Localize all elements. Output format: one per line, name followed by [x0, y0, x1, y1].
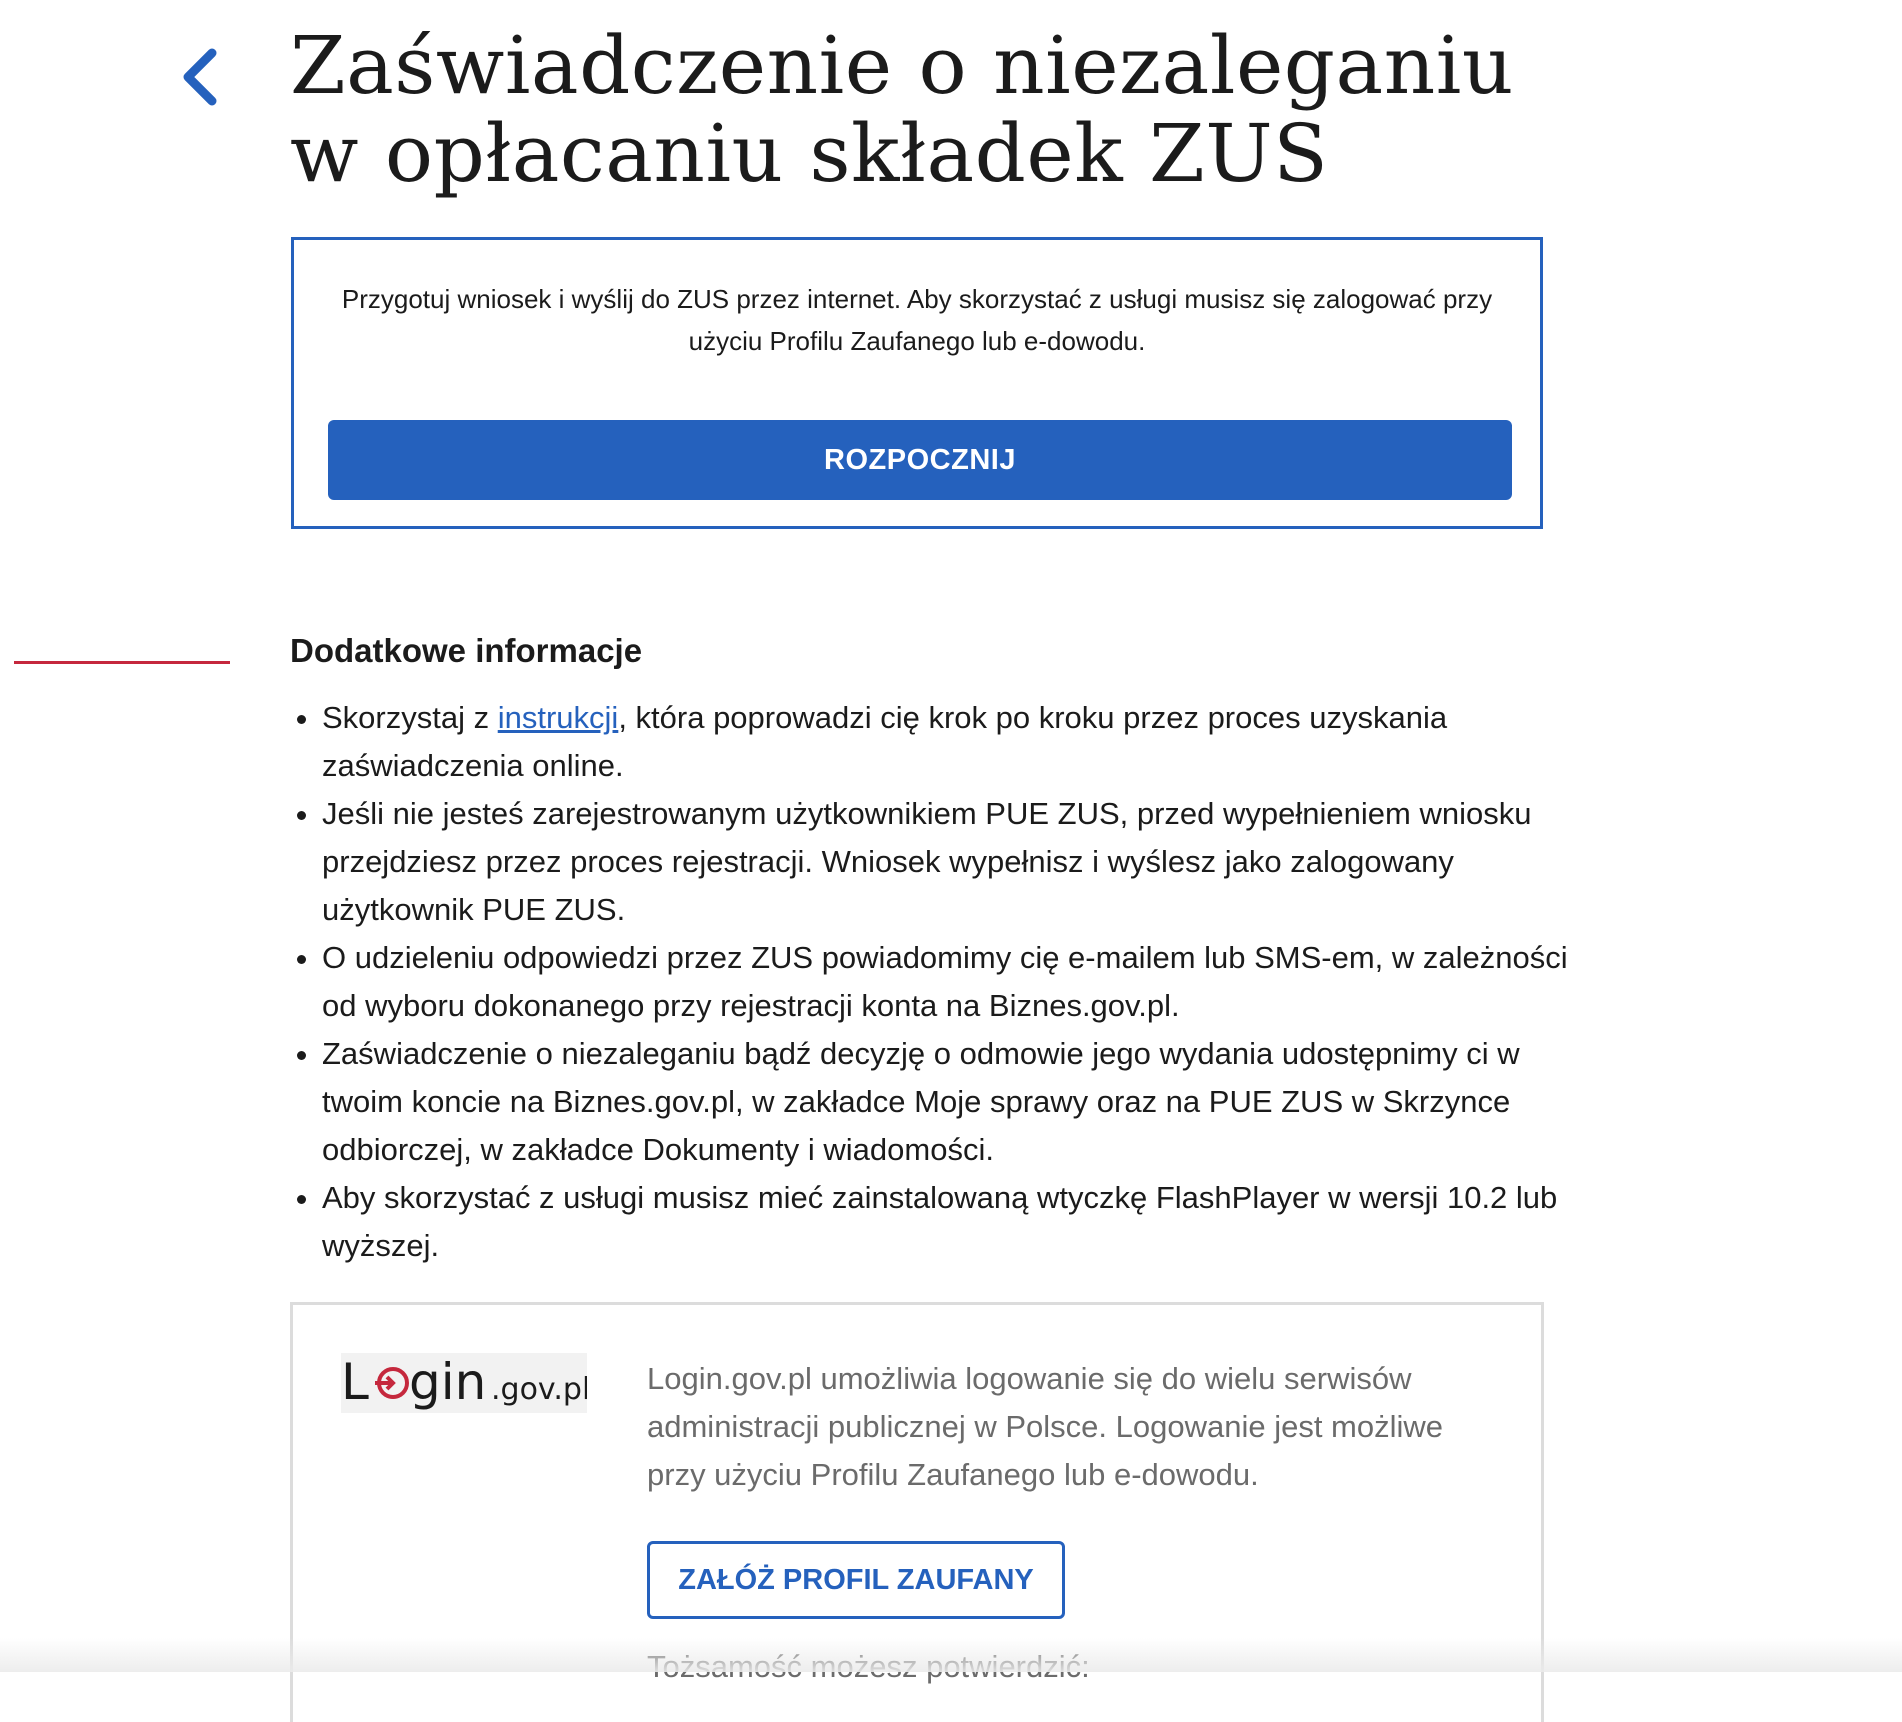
- instructions-link[interactable]: instrukcji: [498, 700, 619, 735]
- svg-text:gin: gin: [409, 1353, 486, 1411]
- list-item: Skorzystaj z instrukcji, która poprowadz…: [322, 694, 1582, 790]
- additional-info-heading: Dodatkowe informacje: [290, 632, 643, 669]
- chevron-left-icon: [183, 48, 217, 106]
- list-item: Aby skorzystać z usługi musisz mieć zain…: [322, 1174, 1582, 1270]
- svg-text:L: L: [341, 1353, 369, 1411]
- svg-text:.gov.pl: .gov.pl: [491, 1372, 587, 1407]
- start-button[interactable]: ROZPOCZNIJ: [328, 420, 1512, 500]
- login-gov-panel: L gin .gov.pl Login.gov.pl umożliwia log…: [290, 1302, 1544, 1722]
- create-trusted-profile-button[interactable]: ZAŁÓŻ PROFIL ZAUFANY: [647, 1541, 1065, 1619]
- back-button[interactable]: [170, 42, 230, 112]
- list-item: Zaświadczenie o niezaleganiu bądź decyzj…: [322, 1030, 1582, 1174]
- list-item-text: Skorzystaj z: [322, 700, 498, 735]
- list-item: Jeśli nie jesteś zarejestrowanym użytkow…: [322, 790, 1582, 934]
- identity-confirmation-text: Tożsamość możesz potwierdzić:: [647, 1649, 1090, 1684]
- section-accent-line: [14, 661, 230, 664]
- start-service-box: Przygotuj wniosek i wyślij do ZUS przez …: [291, 237, 1543, 529]
- start-service-description: Przygotuj wniosek i wyślij do ZUS przez …: [341, 284, 1493, 356]
- list-item: O udzieleniu odpowiedzi przez ZUS powiad…: [322, 934, 1582, 1030]
- page-title: Zaświadczenie o niezaleganiu w opłacaniu…: [290, 19, 1514, 200]
- login-gov-description: Login.gov.pl umożliwia logowanie się do …: [647, 1361, 1444, 1492]
- additional-info-list: Skorzystaj z instrukcji, która poprowadz…: [290, 694, 1582, 1270]
- login-gov-logo: L gin .gov.pl: [341, 1353, 587, 1413]
